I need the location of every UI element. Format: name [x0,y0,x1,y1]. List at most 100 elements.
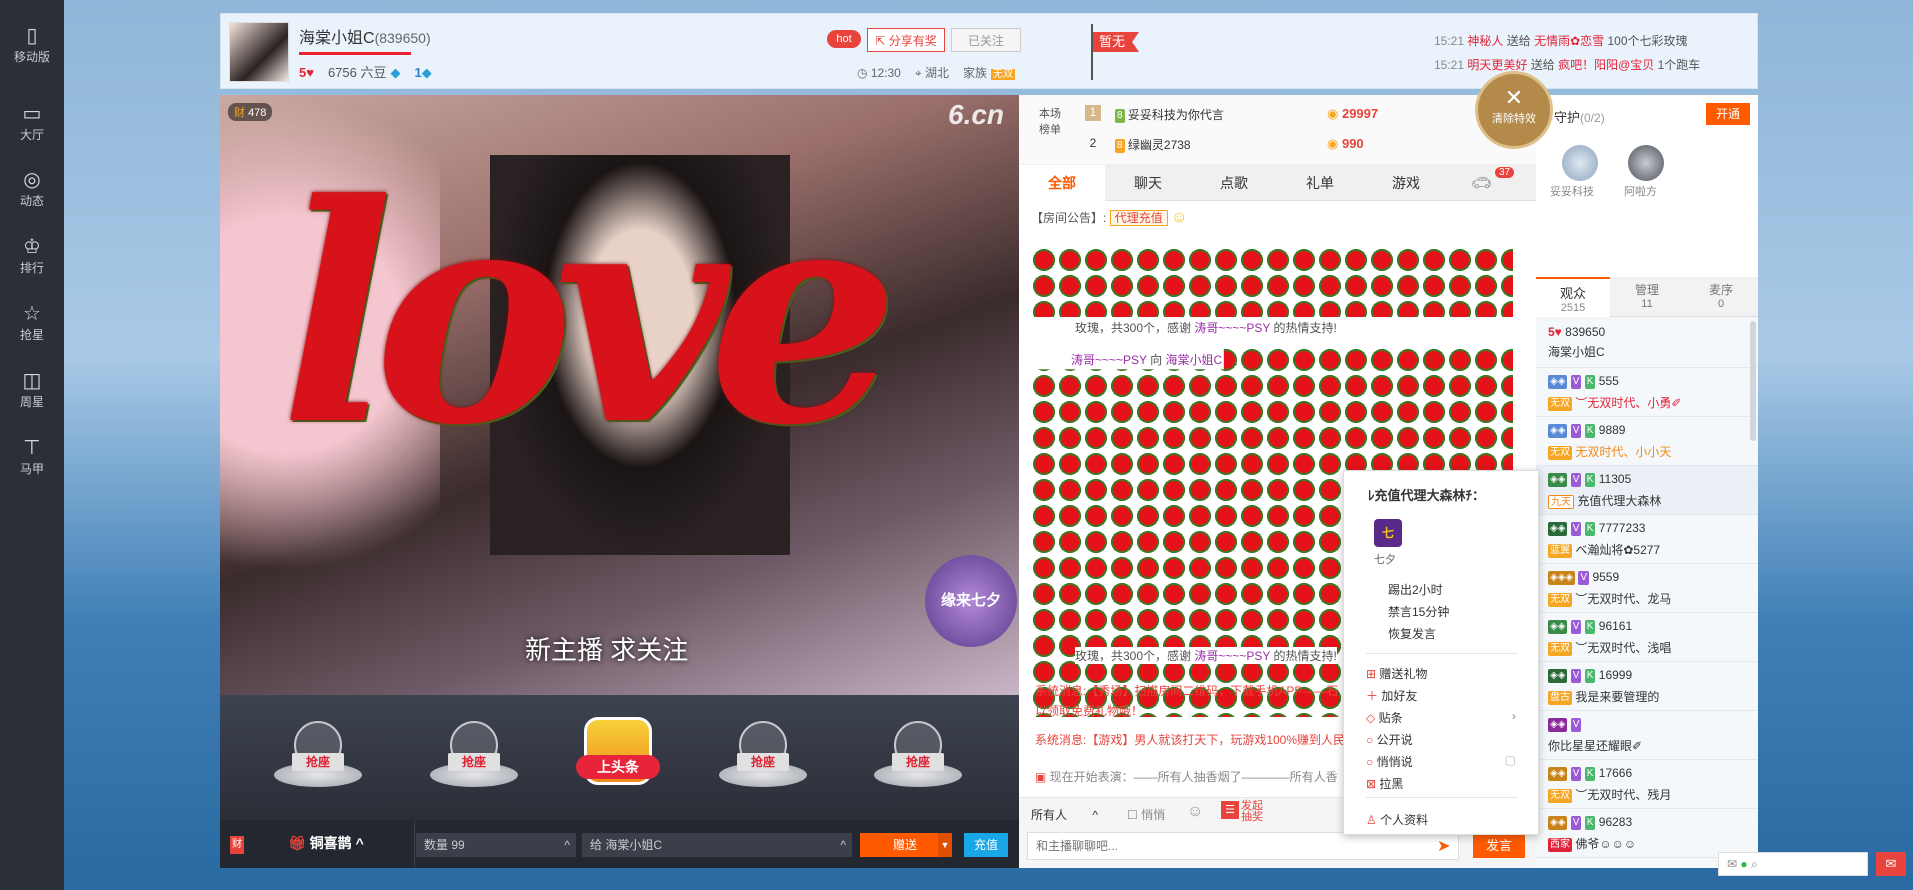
audience-row[interactable]: ◈◈ V K 9889 无双 无双时代、小小天 [1536,417,1758,466]
wealth-icon[interactable]: 财 [230,836,244,854]
qixi-badge-icon[interactable]: 七 [1374,519,1402,547]
share-button[interactable]: ⇱ 分享有奖 [867,28,945,52]
nav-item-week-star[interactable]: ◫ 周星 [0,365,64,421]
level-progress [299,52,411,55]
rank-user[interactable]: 8 妥妥科技为你代言 [1115,106,1224,123]
gift-icon: 🎁︎ [288,835,310,851]
to-all-selector[interactable]: 所有人 ^ [1031,806,1098,823]
car-count: 37 [1495,167,1515,178]
chat-input[interactable] [1027,832,1459,860]
chat-bubble-icon[interactable]: ✉ [1876,852,1906,876]
audience-row[interactable]: ◈◈ V K 96283 西家 佛爷☺☺☺ [1536,809,1758,858]
audience-row[interactable]: ◈◈ V 你比星星还耀眼✐ [1536,711,1758,760]
tab-audience[interactable]: 观众 2515 [1536,277,1610,317]
notice-tag[interactable]: 代理充值 [1109,210,1168,226]
site-watermark: 6.cn [948,99,1005,130]
clear-effects-button[interactable]: ✕ 清除特效 [1475,71,1553,149]
audience-row[interactable]: ◈◈ V K 96161 无双 ︶无双时代、浅唱 [1536,613,1758,662]
tab-song[interactable]: 点歌 [1191,165,1277,201]
beans-count: 6756 六豆 [327,65,387,80]
whisper-item[interactable]: ○ 悄悄说 ▢ [1366,753,1516,770]
rank-user[interactable]: 8 绿幽灵2738 [1115,136,1191,153]
diamond-icon: ◆ [390,65,401,80]
video-player[interactable]: 财 478 6.cn love 缘来七夕 新主播 求关注 [220,95,1019,695]
audience-row[interactable]: ◈◈ V K 7777233 蓝翼 ベ瀚灿将✿5277 [1536,515,1758,564]
kick-2h-item[interactable]: 踢出2小时 [1388,581,1443,598]
seat-slot[interactable]: 抢座 [426,715,522,793]
block-icon: ⊠ [1366,777,1380,791]
nav-item-feed[interactable]: ◎ 动态 [0,164,64,220]
add-friend-item[interactable]: ＋ 加好友 [1366,687,1417,704]
recharge-button[interactable]: 充值 [964,833,1008,857]
lottery-button[interactable]: ☰ 发起抽奖 [1221,801,1269,823]
mail-icon[interactable]: ✉ [1727,857,1737,871]
audience-scrollbar[interactable] [1750,321,1756,441]
nav-item-rank[interactable]: ♔ 排行 [0,231,64,287]
audience-row[interactable]: 5♥ 839650 海棠小姐C [1536,319,1758,368]
gift-feed-row: 15:21 神秘人 送给 无情雨✿恋雪 100个七彩玫瑰 [1434,34,1688,48]
guard-avatar[interactable] [1562,145,1598,181]
audience-row[interactable]: ◈◈◈ V 9559 无双 ︶无双时代、龙马 [1536,564,1758,613]
guard-open-button[interactable]: 开通 [1706,103,1750,125]
quantity-field[interactable]: 数量 99 ^ [416,833,576,857]
tab-chat[interactable]: 聊天 [1105,165,1191,201]
search-icon[interactable]: ⌕ [1751,857,1758,871]
compass-icon: ◎ [23,169,41,191]
emoji-icon[interactable]: ☺ [1187,803,1203,821]
chevron-up-icon: ^ [355,835,364,851]
bag-icon: ◫ [22,370,42,392]
user-context-menu: ﾚ充值代理大森林ﾁ： 七 七夕 踢出2小时 禁言15分钟 恢复发言 ⊞ 赠送礼物… [1343,470,1539,835]
seat-slot[interactable]: 抢座 [715,715,811,793]
guard-avatar[interactable] [1628,145,1664,181]
follow-button[interactable]: 已关注 [951,28,1021,52]
recipient-field[interactable]: 给 海棠小姐C ^ [582,833,852,857]
gift-selector[interactable]: 🎁︎ 铜喜鹊 ^ [288,833,364,853]
caret-down-icon[interactable]: ▼ [938,833,952,857]
nav-item-hall[interactable]: ▭ 大厅 [0,98,64,154]
send-gift-item[interactable]: ⊞ 赠送礼物 [1366,665,1427,682]
viewer-count: 财 478 [228,103,273,121]
block-item[interactable]: ⊠ 拉黑 [1366,775,1403,792]
check-icon[interactable]: ● [1740,857,1747,871]
send-gift-button[interactable]: 赠送 [860,833,950,857]
tab-managers[interactable]: 管理 11 [1610,277,1684,317]
tab-mic-queue[interactable]: 麦序 0 [1684,277,1758,317]
phone-icon: ▯ [26,25,38,47]
anchor-name[interactable]: 海棠小姐C [299,30,375,47]
rank-label[interactable]: 本场榜单 [1035,105,1065,137]
lottery-icon: ☰ [1221,801,1239,819]
headline-slot[interactable]: 上头条 [570,715,666,793]
anchor-avatar[interactable] [229,22,289,82]
live-time: 12:30 [870,66,901,80]
car-icon[interactable]: 🚗︎ [1471,173,1491,193]
tab-gift-list[interactable]: 礼单 [1277,165,1363,201]
user-icon: ♙ [1366,813,1381,827]
send-button[interactable]: 发言 [1473,834,1525,858]
unmute-item[interactable]: 恢复发言 [1388,625,1436,642]
crown-icon: ♔ [23,236,41,258]
tab-game[interactable]: 游戏 [1363,165,1449,201]
seat-slot[interactable]: 抢座 [270,715,366,793]
hot-badge: hot [827,30,861,48]
nav-item-grab-star[interactable]: ☆ 抢星 [0,298,64,354]
close-icon: ✕ [1504,85,1524,110]
mute-15m-item[interactable]: 禁言15分钟 [1388,603,1449,620]
seat-slot[interactable]: 抢座 [870,715,966,793]
nav-item-vest[interactable]: ⊤ 马甲 [0,432,64,488]
nav-item-mobile[interactable]: ▯ 移动版 [0,20,64,76]
top-fan-flag[interactable]: 暂无 [1093,32,1139,52]
audience-row[interactable]: ◈◈ V K 11305 九天 充值代理大森林 [1536,466,1758,515]
family-tag[interactable]: 无双 [990,69,1015,80]
clock-icon: ◷ [857,66,871,80]
audience-row[interactable]: ◈◈ V K 17666 无双 ︶无双时代、残月 [1536,760,1758,809]
rank-score: ◉ 990 [1327,136,1364,151]
whisper-checkbox[interactable]: ☐ 悄悄 [1127,806,1165,823]
tab-all[interactable]: 全部 [1019,165,1105,201]
sticker-item[interactable]: ◇ 贴条 › [1366,709,1516,726]
audience-row[interactable]: ◈◈ V K 555 无双 ︶无双时代、小勇✐ [1536,368,1758,417]
audience-row[interactable]: ◈◈ V K 16999 盘古 我是来要管理的 [1536,662,1758,711]
system-message: 系统消息:【秀场】扫描房间二维码，下载手机APP——石 以领取免费礼物哦！ [1035,684,1339,718]
public-say-item[interactable]: ○ 公开说 [1366,731,1413,748]
profile-item[interactable]: ♙ 个人资料 [1366,811,1428,828]
love-effect: love [280,138,899,491]
